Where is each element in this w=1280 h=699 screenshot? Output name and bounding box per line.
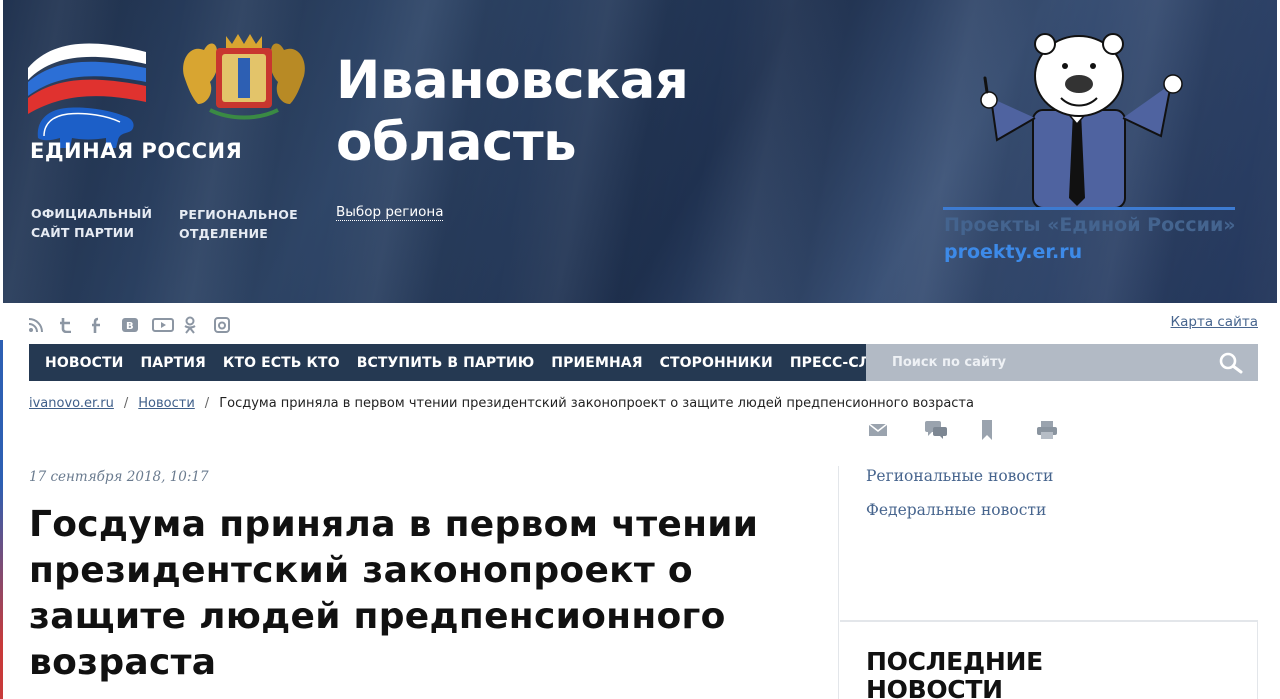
nav-menu: НОВОСТИ ПАРТИЯ КТО ЕСТЬ КТО ВСТУПИТЬ В П… — [29, 344, 920, 381]
facebook-icon[interactable] — [90, 315, 121, 335]
youtube-icon[interactable] — [152, 315, 183, 335]
projects-title[interactable]: Проекты «Единой России» — [944, 213, 1236, 237]
comments-icon[interactable] — [924, 418, 980, 442]
region-select-link[interactable]: Выбор региона — [336, 204, 444, 221]
social-links: В — [28, 315, 245, 335]
regional-branch-label: РЕГИОНАЛЬНОЕ ОТДЕЛЕНИЕ — [179, 207, 298, 241]
instagram-icon[interactable] — [214, 315, 245, 335]
nav-item-who-is-who[interactable]: КТО ЕСТЬ КТО — [223, 355, 340, 371]
sidebar-links: Региональные новости Федеральные новости — [866, 466, 1053, 534]
search-input[interactable] — [866, 344, 1186, 381]
breadcrumb-current: Госдума приняла в первом чтении президен… — [219, 396, 974, 411]
official-site-label: ОФИЦИАЛЬНЫЙ САЙТ ПАРТИИ — [31, 206, 153, 240]
header-banner: ЕДИНАЯ РОССИЯ ОФИЦИАЛЬНЫЙ САЙТ ПАРТИИ РЕ… — [0, 0, 1280, 303]
article-date: 17 сентября 2018, 10:17 — [29, 469, 209, 485]
article-tools — [868, 418, 1092, 442]
sitemap-link[interactable]: Карта сайта — [1171, 314, 1258, 330]
breadcrumb-home[interactable]: ivanovo.er.ru — [29, 396, 114, 411]
breadcrumb-separator: / — [123, 396, 129, 411]
vk-icon[interactable]: В — [121, 315, 152, 335]
coat-of-arms-icon — [183, 34, 305, 120]
sidebar-link-federal-news[interactable]: Федеральные новости — [866, 500, 1053, 520]
search-icon[interactable] — [1218, 352, 1244, 374]
print-icon[interactable] — [1036, 418, 1092, 442]
nav-item-news[interactable]: НОВОСТИ — [45, 355, 123, 371]
nav-item-reception[interactable]: ПРИЕМНАЯ — [551, 355, 642, 371]
projects-divider — [943, 207, 1235, 210]
breadcrumb-separator: / — [204, 396, 210, 411]
left-accent-bar — [0, 340, 3, 699]
banner-edge-left — [0, 0, 3, 303]
bookmark-icon[interactable] — [980, 418, 1036, 442]
sidebar-link-regional-news[interactable]: Региональные новости — [866, 466, 1053, 486]
bear-mascot-icon[interactable] — [975, 18, 1195, 208]
rss-icon[interactable] — [28, 315, 59, 335]
breadcrumb-news[interactable]: Новости — [138, 396, 195, 411]
region-title[interactable]: Ивановская область — [336, 50, 756, 174]
united-russia-logo-icon[interactable] — [22, 30, 152, 190]
latest-news-title: ПОСЛЕДНИЕ НОВОСТИ — [866, 647, 1043, 699]
content-divider — [838, 466, 839, 699]
twitter-icon[interactable] — [59, 315, 90, 335]
svg-text:В: В — [126, 321, 134, 332]
nav-item-join-party[interactable]: ВСТУПИТЬ В ПАРТИЮ — [357, 355, 535, 371]
search-box — [866, 344, 1258, 381]
nav-item-party[interactable]: ПАРТИЯ — [140, 355, 205, 371]
party-logo-text[interactable]: ЕДИНАЯ РОССИЯ — [30, 140, 242, 162]
odnoklassniki-icon[interactable] — [183, 315, 214, 335]
article-title: Госдума приняла в первом чтении президен… — [29, 504, 759, 683]
projects-link[interactable]: proekty.er.ru — [944, 240, 1082, 264]
breadcrumb: ivanovo.er.ru / Новости / Госдума приняла в … — [29, 396, 974, 411]
main-nav: НОВОСТИ ПАРТИЯ КТО ЕСТЬ КТО ВСТУПИТЬ В П… — [29, 344, 1258, 381]
nav-item-supporters[interactable]: СТОРОННИКИ — [660, 355, 773, 371]
email-icon[interactable] — [868, 418, 924, 442]
